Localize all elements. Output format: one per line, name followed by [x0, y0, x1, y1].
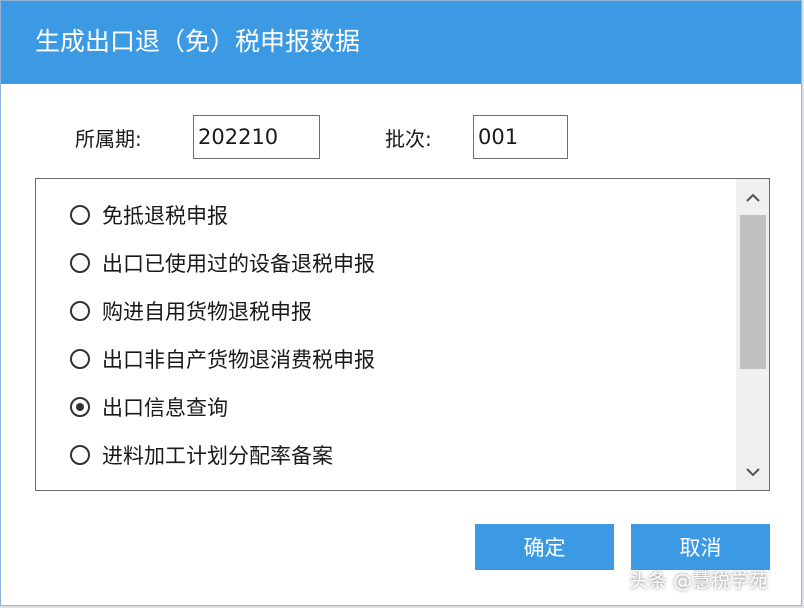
cancel-button[interactable]: 取消	[631, 524, 770, 570]
option-export-info-query[interactable]: 出口信息查询	[70, 389, 228, 425]
dialog-title: 生成出口退（免）税申报数据	[35, 27, 361, 56]
option-used-equipment[interactable]: 出口已使用过的设备退税申报	[70, 245, 375, 281]
option-label: 出口已使用过的设备退税申报	[102, 252, 375, 276]
option-label: 进料加工计划分配率备案	[102, 444, 333, 468]
option-label: 出口非自产货物退消费税申报	[102, 348, 375, 372]
radio-button[interactable]	[70, 349, 90, 369]
option-mian-di-tui[interactable]: 免抵退税申报	[70, 197, 228, 233]
period-label: 所属期:	[75, 127, 142, 151]
radio-button[interactable]	[70, 253, 90, 273]
scroll-down-icon[interactable]	[737, 458, 769, 486]
scroll-up-icon[interactable]	[737, 183, 769, 211]
option-processing-plan[interactable]: 进料加工计划分配率备案	[70, 437, 333, 473]
option-label: 购进自用货物退税申报	[102, 300, 312, 324]
period-input[interactable]	[193, 115, 320, 159]
declaration-type-list[interactable]: 免抵退税申报 出口已使用过的设备退税申报 购进自用货物退税申报 出口非自产货物退…	[35, 178, 770, 491]
batch-label: 批次:	[385, 127, 432, 151]
export-tax-dialog: 生成出口退（免）税申报数据 所属期: 批次: 免抵退税申报 出口已使用过的设备退…	[0, 0, 802, 606]
batch-input[interactable]	[473, 115, 568, 159]
option-purchased-self-use[interactable]: 购进自用货物退税申报	[70, 293, 312, 329]
option-label: 免抵退税申报	[102, 204, 228, 228]
option-non-self-produced[interactable]: 出口非自产货物退消费税申报	[70, 341, 375, 377]
radio-button-selected[interactable]	[70, 397, 90, 417]
watermark: 头条 @慧税学苑	[629, 570, 769, 592]
radio-button[interactable]	[70, 445, 90, 465]
radio-button[interactable]	[70, 301, 90, 321]
dialog-titlebar[interactable]: 生成出口退（免）税申报数据	[1, 1, 801, 84]
option-label: 出口信息查询	[102, 396, 228, 420]
ok-button[interactable]: 确定	[475, 524, 614, 570]
scrollbar-thumb[interactable]	[740, 215, 766, 369]
vertical-scrollbar[interactable]	[736, 179, 769, 490]
radio-button[interactable]	[70, 205, 90, 225]
